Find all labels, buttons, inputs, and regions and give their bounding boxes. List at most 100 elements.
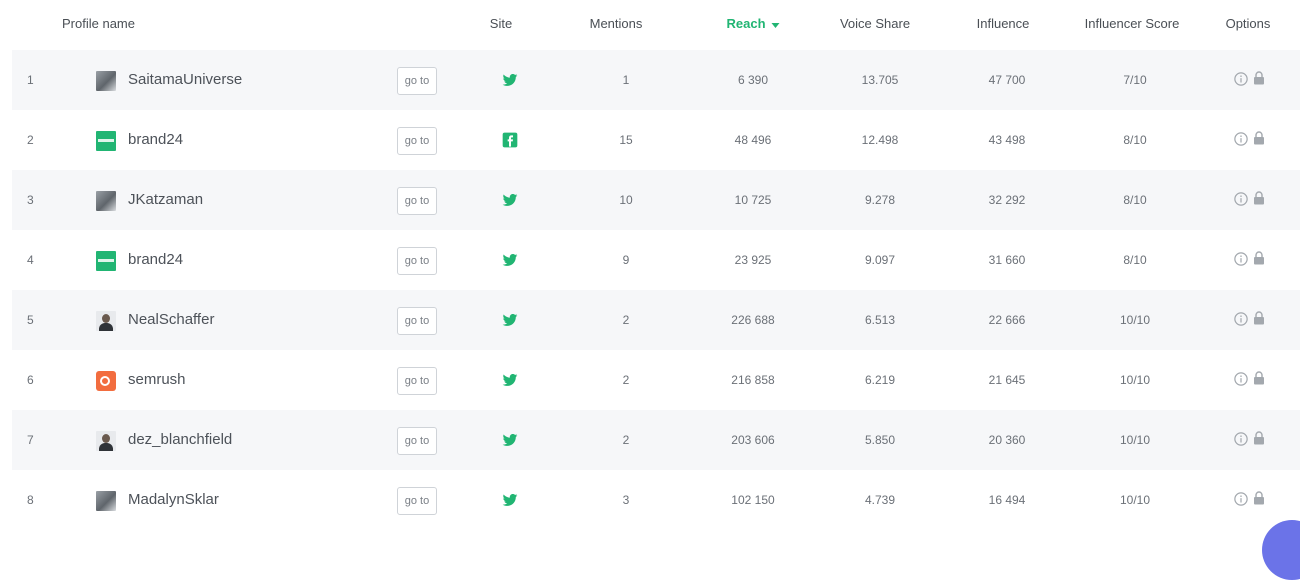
mentions-value: 15 (619, 133, 633, 147)
profile-name[interactable]: brand24 (128, 230, 183, 290)
mentions-value: 3 (622, 493, 630, 507)
twitter-icon[interactable] (502, 492, 518, 508)
go-to-button[interactable]: go to (397, 367, 437, 395)
brand24-logo-avatar (96, 131, 116, 151)
influence-value: 31 660 (988, 253, 1026, 267)
influence-value: 32 292 (988, 193, 1026, 207)
table-row: 1 SaitamaUniverse go to 1 6 390 13.705 47 700 7… (12, 50, 1300, 110)
lock-icon[interactable] (1253, 431, 1265, 445)
info-icon[interactable] (1234, 432, 1248, 446)
column-header-influence[interactable]: Influence (977, 16, 1030, 31)
lock-icon[interactable] (1253, 491, 1265, 505)
go-to-button[interactable]: go to (397, 127, 437, 155)
table-row: 4 brand24 go to 9 23 925 9.097 31 660 8/10 (12, 230, 1300, 290)
influencer-score-value: 10/10 (1119, 313, 1151, 327)
profile-name[interactable]: semrush (128, 350, 186, 410)
table-header: Profile name Site Mentions Reach Voice S… (0, 0, 1300, 48)
voice-share-value: 6.219 (864, 373, 896, 387)
profile-avatar (96, 71, 116, 91)
reach-value: 10 725 (734, 193, 772, 207)
info-icon[interactable] (1234, 252, 1248, 266)
column-header-reach[interactable]: Reach (726, 16, 780, 31)
profile-name[interactable]: brand24 (128, 110, 183, 170)
twitter-icon[interactable] (502, 372, 518, 388)
info-icon[interactable] (1234, 72, 1248, 86)
reach-value: 48 496 (734, 133, 772, 147)
lock-icon[interactable] (1253, 251, 1265, 265)
go-to-button[interactable]: go to (397, 67, 437, 95)
row-index: 4 (27, 253, 34, 267)
table-row: 6 semrush go to 2 216 858 6.219 21 645 10/10 (12, 350, 1300, 410)
influencer-score-value: 10/10 (1119, 493, 1151, 507)
go-to-button[interactable]: go to (397, 187, 437, 215)
reach-value: 23 925 (734, 253, 772, 267)
column-header-options: Options (1225, 16, 1271, 31)
voice-share-value: 9.278 (864, 193, 896, 207)
row-index: 2 (27, 133, 34, 147)
lock-icon[interactable] (1253, 191, 1265, 205)
mentions-value: 2 (622, 433, 630, 447)
table-row: 8 MadalynSklar go to 3 102 150 4.739 16 494 10/… (12, 470, 1300, 530)
column-header-influencer-score[interactable]: Influencer Score (1085, 16, 1180, 31)
influence-value: 21 645 (988, 373, 1026, 387)
row-index: 7 (27, 433, 34, 447)
lock-icon[interactable] (1253, 131, 1265, 145)
influencer-score-value: 7/10 (1123, 73, 1147, 87)
voice-share-value: 4.739 (864, 493, 896, 507)
lock-icon[interactable] (1253, 311, 1265, 325)
influencer-score-value: 10/10 (1119, 433, 1151, 447)
row-index: 3 (27, 193, 34, 207)
influence-value: 47 700 (988, 73, 1026, 87)
mentions-value: 1 (622, 73, 630, 87)
column-header-reach-label: Reach (726, 16, 766, 31)
profile-name[interactable]: NealSchaffer (128, 290, 214, 350)
mentions-value: 2 (622, 373, 630, 387)
info-icon[interactable] (1234, 132, 1248, 146)
twitter-icon[interactable] (502, 252, 518, 268)
voice-share-value: 9.097 (864, 253, 896, 267)
twitter-icon[interactable] (502, 312, 518, 328)
reach-value: 102 150 (731, 493, 775, 507)
column-header-site[interactable]: Site (490, 16, 512, 31)
influencer-score-value: 8/10 (1123, 133, 1147, 147)
influencer-score-value: 8/10 (1123, 253, 1147, 267)
sort-descending-icon (771, 23, 780, 29)
row-index: 5 (27, 313, 34, 327)
profile-avatar (96, 491, 116, 511)
info-icon[interactable] (1234, 192, 1248, 206)
info-icon[interactable] (1234, 312, 1248, 326)
mentions-value: 2 (622, 313, 630, 327)
mentions-value: 9 (622, 253, 630, 267)
go-to-button[interactable]: go to (397, 487, 437, 515)
lock-icon[interactable] (1253, 71, 1265, 85)
lock-icon[interactable] (1253, 371, 1265, 385)
influence-value: 20 360 (988, 433, 1026, 447)
go-to-button[interactable]: go to (397, 427, 437, 455)
column-header-voice-share[interactable]: Voice Share (840, 16, 910, 31)
twitter-icon[interactable] (502, 192, 518, 208)
table-row: 5 NealSchaffer go to 2 226 688 6.513 22 666 10/… (12, 290, 1300, 350)
go-to-button[interactable]: go to (397, 247, 437, 275)
profile-name[interactable]: SaitamaUniverse (128, 50, 242, 110)
influence-value: 22 666 (988, 313, 1026, 327)
column-header-mentions[interactable]: Mentions (590, 16, 643, 31)
voice-share-value: 12.498 (861, 133, 899, 147)
voice-share-value: 6.513 (864, 313, 896, 327)
profile-name[interactable]: JKatzaman (128, 170, 203, 230)
profile-name[interactable]: dez_blanchfield (128, 410, 232, 470)
row-index: 1 (27, 73, 34, 87)
facebook-icon[interactable] (502, 132, 518, 148)
column-header-profile-name[interactable]: Profile name (62, 16, 135, 31)
row-index: 8 (27, 493, 34, 507)
influencer-score-value: 10/10 (1119, 373, 1151, 387)
reach-value: 6 390 (737, 73, 769, 87)
table-row: 3 JKatzaman go to 10 10 725 9.278 32 292 8/10 (12, 170, 1300, 230)
profile-name[interactable]: MadalynSklar (128, 470, 219, 530)
mentions-value: 10 (619, 193, 633, 207)
go-to-button[interactable]: go to (397, 307, 437, 335)
info-icon[interactable] (1234, 372, 1248, 386)
twitter-icon[interactable] (502, 432, 518, 448)
info-icon[interactable] (1234, 492, 1248, 506)
twitter-icon[interactable] (502, 72, 518, 88)
influence-value: 16 494 (988, 493, 1026, 507)
